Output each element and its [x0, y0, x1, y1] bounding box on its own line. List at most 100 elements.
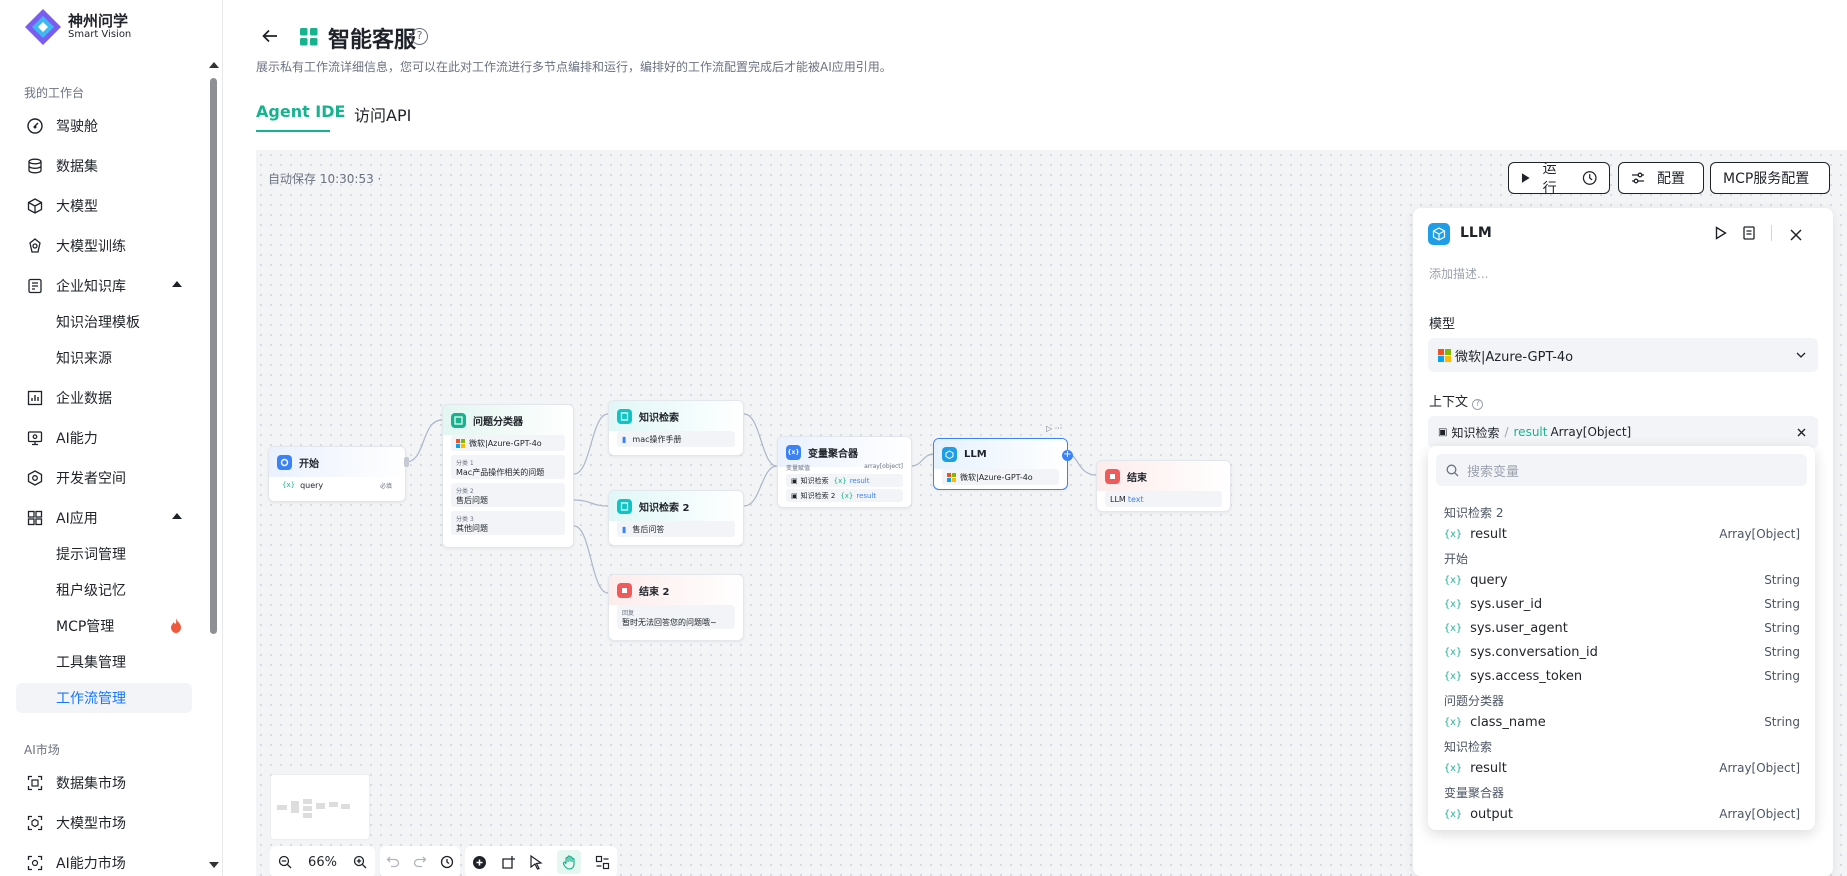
hand-tool-button[interactable] [557, 850, 582, 874]
help-icon[interactable]: ? [411, 28, 428, 45]
variable-icon: {x} [1444, 716, 1463, 728]
undo-icon[interactable] [386, 855, 400, 869]
var-option[interactable]: {x} query String [1444, 569, 1800, 591]
var-option[interactable]: {x} sys.user_id String [1444, 593, 1800, 615]
node-knowledge-retrieval[interactable]: 知识检索 ▮ mac操作手册 [608, 400, 744, 456]
context-variable-selector[interactable]: ▣ 知识检索 / result Array[Object] [1428, 416, 1818, 448]
class-text: 其他问题 [456, 523, 488, 533]
var-option[interactable]: {x} sys.access_token String [1444, 665, 1800, 687]
var-group-label: 知识检索 [1444, 740, 1493, 754]
node-doc-button[interactable] [1743, 225, 1755, 244]
sidebar-subitem-tenant-memory[interactable]: 租户级记忆 [16, 575, 192, 605]
history-run-icon[interactable] [1582, 170, 1597, 186]
variable-icon: {x} [282, 481, 296, 489]
run-button[interactable]: 运行 [1508, 161, 1610, 197]
run-node-button[interactable] [1715, 225, 1727, 244]
var-group-label: 问题分类器 [1444, 694, 1505, 708]
tab-access-api[interactable]: 访问API [354, 102, 411, 126]
sidebar-subitem-toolset[interactable]: 工具集管理 [16, 647, 192, 677]
pointer-icon[interactable] [529, 854, 544, 870]
node-end-2[interactable]: 结束 2 回复 暂时无法回答您的问题哦~ [608, 574, 744, 641]
help-icon[interactable]: ? [1472, 399, 1484, 410]
var-option[interactable]: {x} sys.conversation_id String [1444, 641, 1800, 663]
sidebar-item-label: 数据集 [56, 159, 98, 175]
port-handle[interactable] [404, 457, 409, 467]
var-option[interactable]: {x} class_name String [1444, 711, 1800, 733]
sidebar-scrollbar[interactable] [207, 58, 219, 876]
sidebar-item-model-market[interactable]: 大模型市场 [16, 806, 192, 840]
hand-icon [562, 854, 575, 870]
sidebar-subitem-knowledge-template[interactable]: 知识治理模板 [16, 307, 192, 337]
workflow-apps-icon [300, 28, 318, 50]
sidebar-item-knowledge-base[interactable]: 企业知识库 [16, 269, 192, 303]
var-option[interactable]: {x} result Array[Object] [1444, 757, 1800, 779]
variable-search-input[interactable]: 搜索变量 [1436, 454, 1807, 486]
config-button[interactable]: 配置 [1618, 162, 1704, 194]
sidebar-subitem-knowledge-source[interactable]: 知识来源 [16, 343, 192, 373]
var-option[interactable]: {x} sys.user_agent String [1444, 617, 1800, 639]
canvas-minimap[interactable] [270, 774, 370, 840]
scrollbar-thumb[interactable] [210, 78, 217, 634]
class-label: 分类 2 [456, 487, 474, 495]
add-node-icon[interactable]: + [1062, 450, 1073, 461]
clear-icon[interactable] [1797, 428, 1806, 437]
sidebar-item-developer-space[interactable]: 开发者空间 [16, 461, 192, 495]
add-node-icon[interactable] [472, 855, 487, 870]
dataset-market-icon [26, 774, 44, 792]
sidebar-item-enterprise-data[interactable]: 企业数据 [16, 381, 192, 415]
zoom-in-icon[interactable] [353, 855, 367, 869]
layout-organize-icon[interactable] [595, 855, 610, 870]
cube-icon [26, 197, 44, 215]
scroll-up-icon[interactable] [209, 62, 219, 68]
brand-logo[interactable]: 神州问学 Smart Vision [24, 8, 131, 46]
sidebar-item-cockpit[interactable]: 驾驶舱 [16, 109, 192, 143]
description-input[interactable]: 添加描述... [1429, 265, 1488, 282]
sidebar-item-ai-apps[interactable]: AI应用 [16, 501, 192, 535]
document-icon [1743, 226, 1755, 240]
mcp-service-config-button[interactable]: MCP服务配置 [1710, 162, 1830, 194]
var-option[interactable]: {x} result Array[Object] [1444, 523, 1800, 545]
history-icon[interactable] [440, 855, 454, 869]
add-note-icon[interactable] [501, 855, 516, 870]
aggregator-var-label: 变量赋值 [786, 465, 811, 472]
sidebar-subitem-prompt[interactable]: 提示词管理 [16, 539, 192, 569]
sidebar-item-label: AI能力 [56, 431, 98, 447]
close-panel-button[interactable] [1790, 226, 1802, 245]
sidebar-item-ai-capability[interactable]: AI能力 [16, 421, 192, 455]
context-source: 知识检索 [1451, 425, 1500, 440]
scroll-down-icon[interactable] [209, 862, 219, 868]
reply-row: 回复 暂时无法回答您的问题哦~ [617, 605, 735, 629]
node-question-classifier[interactable]: 问题分类器 微软|Azure-GPT-4o 分类 1 Mac产品操作相关的问题 … [442, 404, 574, 548]
sidebar-item-model-training[interactable]: 大模型训练 [16, 229, 192, 263]
tab-agent-ide[interactable]: Agent IDE [256, 102, 345, 121]
model-row: 微软|Azure-GPT-4o [942, 469, 1059, 485]
path-separator: / [1504, 425, 1509, 439]
zoom-out-icon[interactable] [278, 855, 292, 869]
sidebar-subitem-workflow[interactable]: 工作流管理 [16, 683, 192, 713]
back-button[interactable] [258, 24, 282, 48]
class-label: 分类 3 [456, 515, 474, 523]
sidebar-subitem-mcp[interactable]: MCP管理 [16, 611, 192, 641]
minimap-preview [277, 799, 350, 818]
sidebar-item-model[interactable]: 大模型 [16, 189, 192, 223]
play-outline-icon [1715, 226, 1727, 240]
node-knowledge-retrieval-2[interactable]: 知识检索 2 ▮ 售后问答 [608, 490, 744, 546]
model-select[interactable]: 微软|Azure-GPT-4o [1428, 338, 1818, 372]
bar-chart-icon [26, 389, 44, 407]
brand-name-en: Smart Vision [68, 28, 132, 40]
sidebar-item-label: 大模型 [56, 199, 98, 215]
chevron-up-icon [172, 281, 182, 287]
aggregator-type: array[object] [864, 463, 903, 470]
node-llm[interactable]: LLM 微软|Azure-GPT-4o [933, 438, 1068, 490]
node-end[interactable]: 结束 LLM text [1096, 460, 1231, 512]
node-start[interactable]: 开始 {x} query 必填 [268, 446, 406, 502]
sidebar-item-dataset[interactable]: 数据集 [16, 149, 192, 183]
node-variable-aggregator[interactable]: {x} 变量聚合器 变量赋值 array[object] ▣ 知识检索 {x} … [777, 436, 912, 508]
var-option[interactable]: {x} output Array[Object] [1444, 803, 1800, 825]
sidebar-item-dataset-market[interactable]: 数据集市场 [16, 766, 192, 800]
node-more-actions[interactable]: ▷ ··· [1046, 424, 1062, 433]
sidebar-item-label: 企业数据 [56, 391, 112, 407]
redo-icon[interactable] [413, 855, 427, 869]
sidebar-item-label: AI能力市场 [56, 856, 126, 872]
sidebar-item-ai-market[interactable]: AI能力市场 [16, 846, 192, 876]
